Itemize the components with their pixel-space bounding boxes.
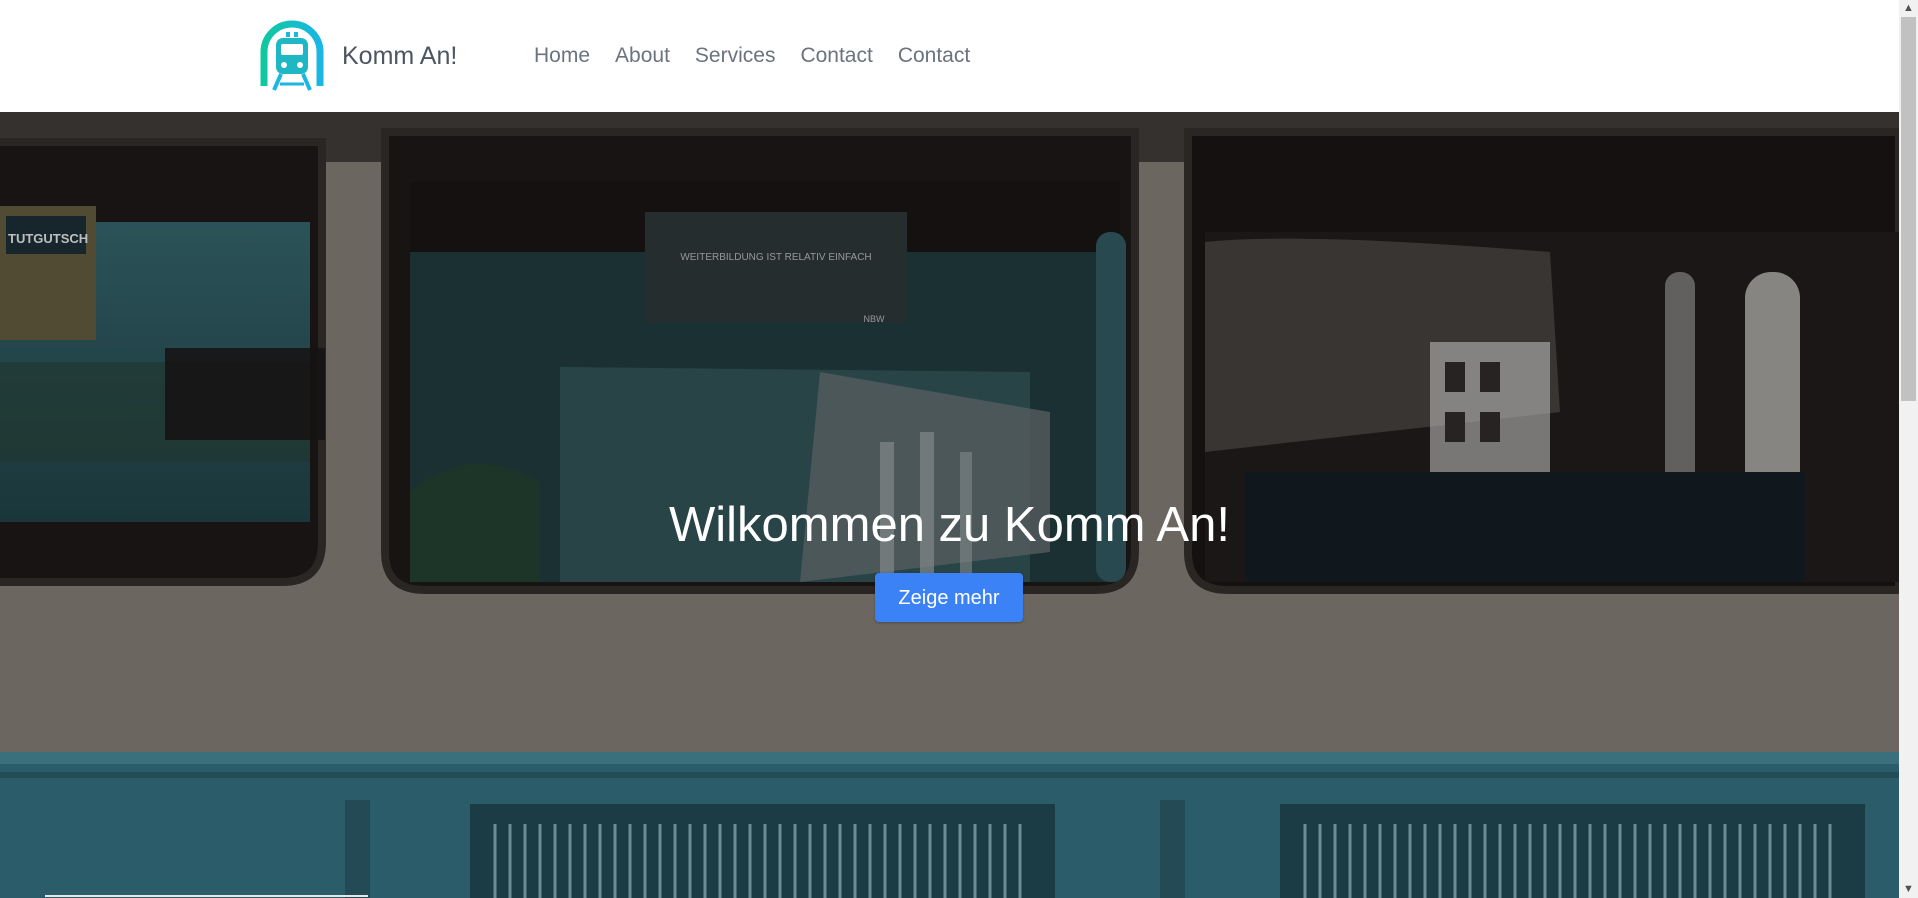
- nav-link-home[interactable]: Home: [534, 42, 590, 70]
- nav-link-services[interactable]: Services: [695, 42, 776, 70]
- navbar: Komm An! Home About Services Contact Con…: [0, 0, 1899, 112]
- train-logo-icon[interactable]: [259, 18, 325, 94]
- scroll-down-arrow-icon[interactable]: ▼: [1899, 881, 1918, 898]
- hero-title: Wilkommen zu Komm An!: [669, 498, 1230, 552]
- vertical-scrollbar[interactable]: ▲ ▼: [1899, 0, 1918, 898]
- scrollbar-thumb[interactable]: [1901, 17, 1916, 401]
- brand-name[interactable]: Komm An!: [342, 40, 457, 72]
- nav-link-contact[interactable]: Contact: [800, 42, 872, 70]
- nav-link-contact-2[interactable]: Contact: [898, 42, 970, 70]
- bottom-divider: [45, 895, 368, 897]
- hero-section: TUTGUTSCH WEITERBILDUNG IST RELATIV EINF…: [0, 112, 1899, 898]
- nav-link-about[interactable]: About: [615, 42, 670, 70]
- page: Komm An! Home About Services Contact Con…: [0, 0, 1899, 898]
- scroll-up-arrow-icon[interactable]: ▲: [1899, 0, 1918, 17]
- main-nav: Home About Services Contact Contact: [534, 42, 970, 70]
- show-more-button[interactable]: Zeige mehr: [875, 573, 1023, 622]
